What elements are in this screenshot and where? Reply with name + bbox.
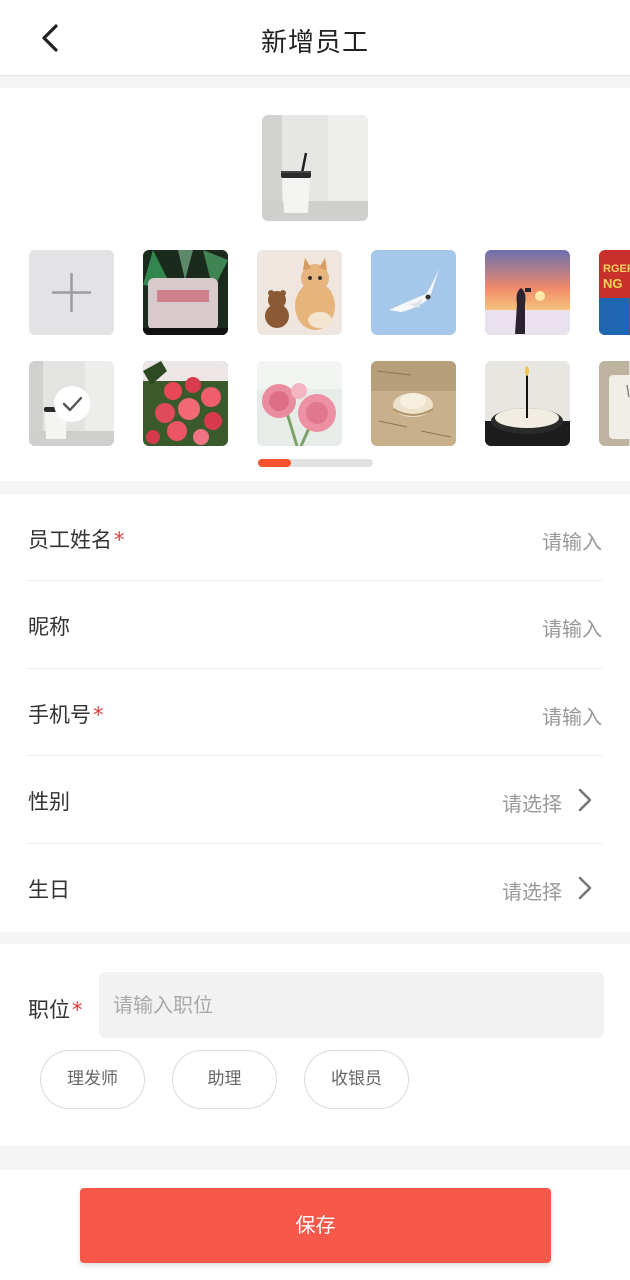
form-row-phone[interactable]: 手机号* 请输入	[0, 669, 630, 756]
check-icon	[62, 396, 83, 412]
chevron-right-icon	[578, 788, 592, 812]
position-input[interactable]	[99, 972, 604, 1038]
carousel-scroll-indicator	[258, 459, 373, 467]
avatar-option[interactable]	[485, 250, 570, 335]
nickname-input-placeholder[interactable]: 请输入	[542, 613, 602, 642]
avatar-option-selected[interactable]	[29, 361, 114, 446]
add-avatar-button[interactable]	[29, 250, 114, 335]
avatar-picker: RGER NG	[0, 88, 630, 481]
position-label: 职位*	[28, 998, 83, 1022]
position-chip-stylist[interactable]: 理发师	[40, 1050, 145, 1109]
field-label: 手机号*	[28, 703, 104, 727]
required-mark: *	[93, 703, 104, 727]
form-row-birthday[interactable]: 生日 请选择	[0, 844, 630, 931]
field-label: 性别	[28, 790, 70, 814]
birthday-select-placeholder[interactable]: 请选择	[502, 876, 562, 905]
form-row-gender[interactable]: 性别 请选择	[0, 756, 630, 843]
avatar-option[interactable]	[371, 361, 456, 446]
name-input-placeholder[interactable]: 请输入	[542, 526, 602, 555]
avatar-option[interactable]	[371, 250, 456, 335]
field-label: 昵称	[28, 615, 70, 639]
gender-select-placeholder[interactable]: 请选择	[502, 788, 562, 817]
form-row-name[interactable]: 员工姓名* 请输入	[0, 494, 630, 581]
svg-text:NG: NG	[603, 276, 623, 291]
avatar-option[interactable]: RGER NG	[599, 250, 630, 335]
phone-input-placeholder[interactable]: 请输入	[542, 701, 602, 730]
svg-text:RGER: RGER	[603, 263, 630, 275]
chevron-right-icon	[578, 876, 592, 900]
field-label: 员工姓名*	[28, 528, 125, 552]
required-mark: *	[72, 998, 83, 1022]
avatar-option[interactable]	[599, 361, 630, 446]
position-chip-cashier[interactable]: 收银员	[304, 1050, 409, 1109]
form-row-nickname[interactable]: 昵称 请输入	[0, 581, 630, 668]
position-section: 职位* 理发师 助理 收银员	[0, 944, 630, 1146]
required-mark: *	[114, 528, 125, 552]
nav-bar: 新增员工	[0, 0, 630, 76]
position-chip-assistant[interactable]: 助理	[172, 1050, 277, 1109]
avatar-option[interactable]	[257, 361, 342, 446]
selected-avatar-preview	[262, 115, 368, 221]
avatar-option[interactable]	[143, 361, 228, 446]
page-title: 新增员工	[260, 28, 369, 58]
avatar-option[interactable]	[143, 250, 228, 335]
selected-check-badge	[54, 386, 90, 422]
field-label: 生日	[28, 878, 70, 902]
plus-icon	[51, 272, 92, 313]
footer-bar: 保存	[0, 1170, 630, 1280]
avatar-option[interactable]	[257, 250, 342, 335]
employee-form: 员工姓名* 请输入 昵称 请输入 手机号* 请输入 性别 请选择 生日 请选择	[0, 494, 630, 932]
carousel-scroll-indicator-fill	[258, 459, 291, 467]
save-button[interactable]: 保存	[80, 1188, 551, 1263]
avatar-option[interactable]	[485, 361, 570, 446]
